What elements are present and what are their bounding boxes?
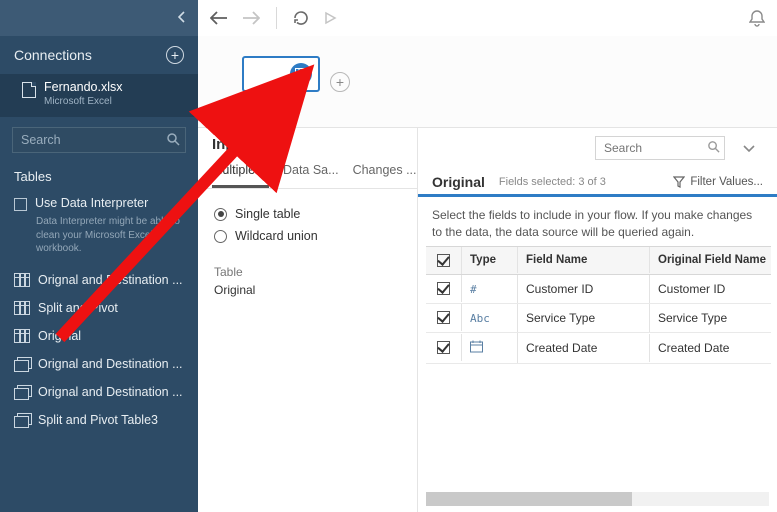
input-tab[interactable]: Multiple ... (212, 163, 269, 188)
fields-help-text: Select the fields to include in your flo… (418, 197, 777, 246)
row-field-name: Service Type (518, 304, 650, 332)
union-icon (14, 357, 30, 371)
select-all-checkbox[interactable] (437, 254, 450, 267)
row-checkbox[interactable] (437, 311, 450, 324)
table-icon (14, 329, 30, 343)
input-tab[interactable]: Data Sa... (283, 163, 339, 188)
tables-header: Tables (0, 161, 198, 190)
run-button[interactable] (323, 11, 337, 25)
document-icon (22, 82, 36, 98)
radio-icon (214, 208, 227, 221)
sidebar-table-label: Split and Pivot Table3 (38, 413, 158, 427)
table-header-row: Type Field Name Original Field Name (426, 247, 771, 275)
fields-selected-count: Fields selected: 3 of 3 (499, 176, 606, 188)
filter-values-button[interactable]: Filter Values... (673, 176, 763, 188)
col-type: Type (462, 247, 518, 273)
input-panel: Input Multiple ...Data Sa...Changes ... … (198, 128, 418, 512)
search-icon (166, 132, 180, 149)
row-checkbox[interactable] (437, 341, 450, 354)
input-tabs: Multiple ... Data Sa... Changes ... (198, 153, 417, 189)
union-icon (14, 385, 30, 399)
row-original-name: Service Type (650, 304, 771, 332)
sidebar-search-input[interactable] (12, 127, 186, 153)
sidebar-collapse-bar[interactable] (0, 0, 198, 36)
data-interpreter-toggle[interactable]: Use Data Interpreter (0, 190, 198, 213)
union-icon (14, 413, 30, 427)
single-table-label: Single table (235, 207, 300, 221)
row-type: # (462, 275, 518, 303)
row-type: Abc (462, 304, 518, 332)
flow-node-label: Original (242, 96, 320, 108)
notifications-button[interactable] (749, 9, 765, 27)
table-section-label: Table (214, 265, 401, 279)
fields-panel-title: Original (432, 174, 485, 190)
connection-item[interactable]: Fernando.xlsx Microsoft Excel (0, 74, 198, 117)
forward-button[interactable] (242, 11, 260, 25)
chevron-left-icon (178, 11, 186, 26)
sidebar-table-label: Orignal and Destination ... (38, 357, 183, 371)
add-connection-button[interactable]: + (166, 46, 184, 64)
sidebar-table-label: Orignal and Destination ... (38, 273, 183, 287)
table-icon (290, 63, 312, 85)
row-type (462, 333, 518, 363)
sidebar-table-item[interactable]: Orignal and Destination ... (0, 350, 198, 378)
col-field-name: Field Name (518, 247, 650, 273)
search-icon (707, 140, 720, 156)
filter-icon (673, 176, 685, 188)
sidebar-table-item[interactable]: Orignal and Destination ... (0, 378, 198, 406)
connections-label: Connections (14, 47, 92, 63)
sidebar-table-label: Split and Pivot (38, 301, 118, 315)
col-original-name: Original Field Name (650, 247, 771, 273)
connection-name: Fernando.xlsx (44, 80, 123, 94)
data-interpreter-title: Use Data Interpreter (35, 196, 148, 210)
sidebar: Connections + Fernando.xlsx Microsoft Ex… (0, 0, 198, 512)
single-table-radio[interactable]: Single table (214, 203, 401, 225)
row-checkbox[interactable] (437, 282, 450, 295)
data-interpreter-subtitle: Data Interpreter might be able to clean … (0, 213, 198, 266)
connection-type: Microsoft Excel (44, 96, 123, 107)
input-panel-title: Input (212, 136, 249, 153)
back-button[interactable] (210, 11, 228, 25)
sidebar-table-item[interactable]: Original (0, 322, 198, 350)
refresh-button[interactable] (293, 10, 309, 26)
wildcard-union-label: Wildcard union (235, 229, 318, 243)
filter-values-label: Filter Values... (690, 176, 763, 188)
add-step-button[interactable]: + (330, 72, 350, 92)
sidebar-search (12, 127, 186, 153)
sidebar-table-item[interactable]: Split and Pivot (0, 294, 198, 322)
fields-panel: Original Fields selected: 3 of 3 Filter … (418, 128, 777, 512)
input-tab[interactable]: Changes ... (353, 163, 417, 188)
sidebar-table-label: Original (38, 329, 81, 343)
sidebar-table-item[interactable]: Split and Pivot Table3 (0, 406, 198, 434)
table-section-value: Original (214, 283, 401, 297)
fields-search-input[interactable] (595, 136, 725, 160)
sidebar-table-item[interactable]: Orignal and Destination ... (0, 266, 198, 294)
wildcard-union-radio[interactable]: Wildcard union (214, 225, 401, 247)
flow-canvas[interactable]: Original + (198, 36, 777, 128)
sidebar-table-label: Orignal and Destination ... (38, 385, 183, 399)
radio-icon (214, 230, 227, 243)
table-row[interactable]: AbcService TypeService Type (426, 304, 771, 333)
row-original-name: Created Date (650, 334, 771, 362)
toolbar (198, 0, 777, 36)
checkbox-icon (14, 198, 27, 211)
row-original-name: Customer ID (650, 275, 771, 303)
horizontal-scrollbar[interactable] (426, 492, 769, 506)
toolbar-separator (276, 7, 277, 29)
fields-table: Type Field Name Original Field Name #Cus… (426, 246, 771, 364)
main-area: Original + Input Multiple ... Data Sa... C… (198, 0, 777, 512)
row-field-name: Created Date (518, 334, 650, 362)
table-icon (14, 273, 30, 287)
table-icon (14, 301, 30, 315)
table-row[interactable]: Created DateCreated Date (426, 333, 771, 364)
flow-node-original[interactable]: Original (242, 56, 320, 108)
table-row[interactable]: #Customer IDCustomer ID (426, 275, 771, 304)
collapse-panel-button[interactable] (735, 137, 763, 160)
row-field-name: Customer ID (518, 275, 650, 303)
